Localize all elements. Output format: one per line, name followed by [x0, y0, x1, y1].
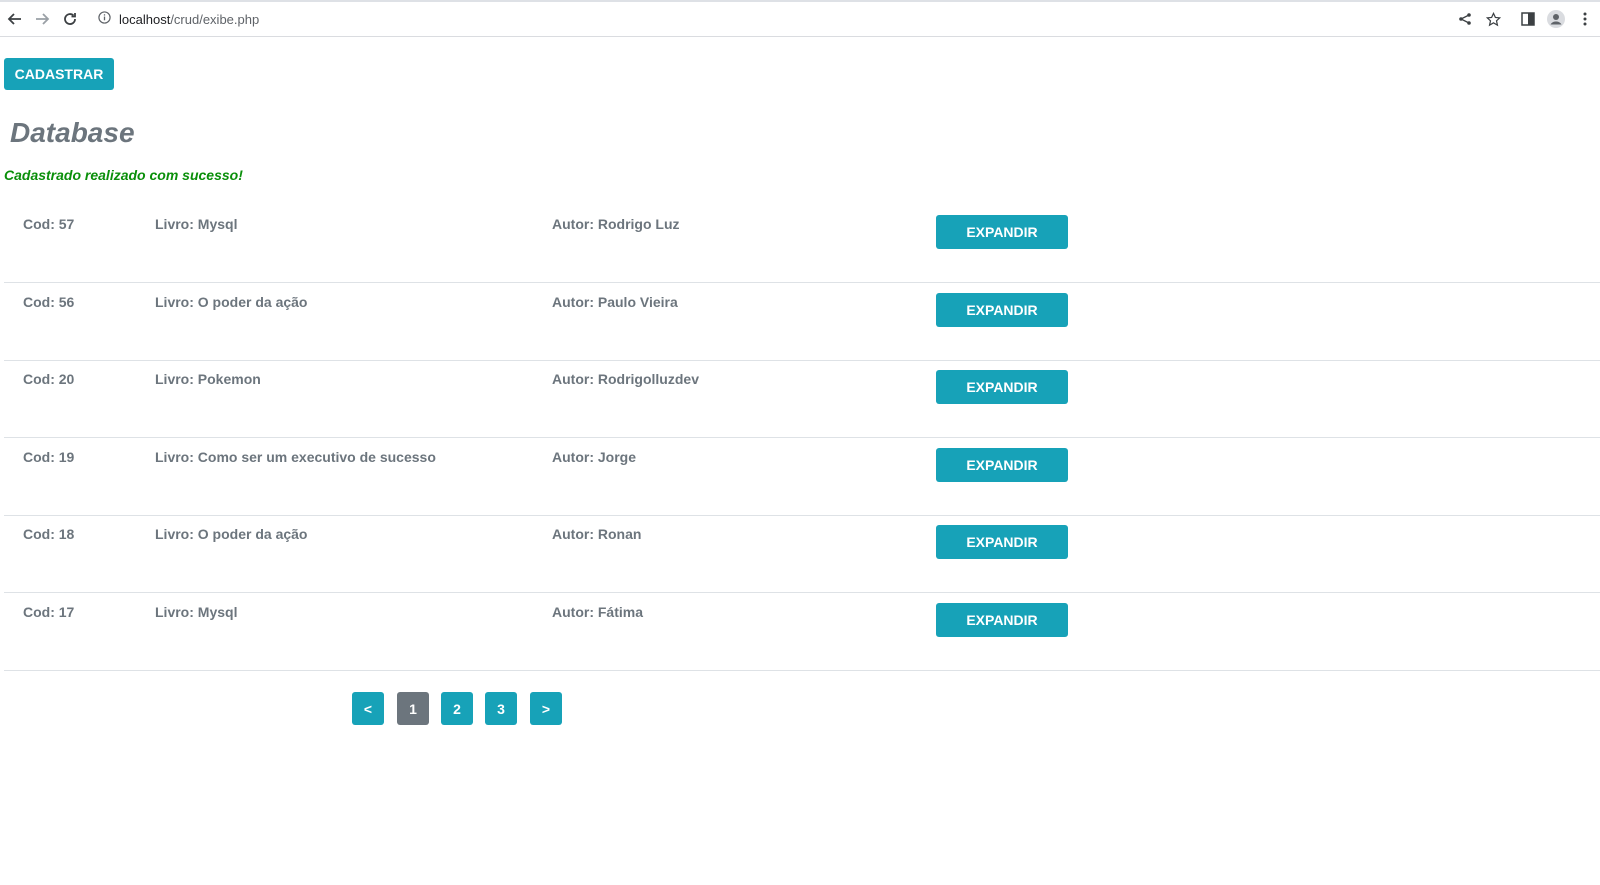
expandir-button[interactable]: EXPANDIR: [936, 525, 1068, 559]
arrow-right-icon[interactable]: [33, 10, 51, 28]
record-autor: Autor: Ronan: [552, 526, 642, 542]
table-row: Cod: 57 Livro: Mysql Autor: Rodrigo Luz EXP…: [4, 205, 1600, 283]
profile-icon[interactable]: [1547, 10, 1565, 28]
expandir-button[interactable]: EXPANDIR: [936, 215, 1068, 249]
record-cod: Cod: 17: [23, 603, 75, 620]
page-title: Database: [10, 117, 135, 148]
record-livro: Livro: Pokemon: [155, 371, 261, 387]
star-icon[interactable]: [1484, 10, 1502, 28]
expandir-button[interactable]: EXPANDIR: [936, 292, 1068, 327]
table-row: Cod: 18 Livro: O poder da ação Autor: Rona…: [4, 515, 1600, 593]
record-autor: Autor: Fátima: [552, 603, 643, 620]
record-cod: Cod: 57: [23, 216, 75, 232]
url-host: localhost: [119, 11, 171, 27]
side-panel-icon[interactable]: [1519, 10, 1537, 28]
record-autor: Autor: Rodrigolluzdev: [552, 371, 699, 387]
table-row: Cod: 20 Livro: Pokemon Autor: Rodrigolluzd…: [4, 360, 1600, 438]
info-icon[interactable]: [98, 11, 111, 27]
share-icon[interactable]: [1456, 10, 1474, 28]
record-cod: Cod: 20: [23, 371, 75, 387]
browser-toolbar: localhost/crud/exibe.php: [0, 0, 1600, 37]
record-autor: Autor: Jorge: [552, 448, 636, 465]
table-row: Cod: 19 Livro: Como ser um executivo de s…: [4, 438, 1600, 516]
table-row: Cod: 56 Livro: O poder da ação Autor: Paul…: [4, 283, 1600, 361]
kebab-menu-icon[interactable]: [1576, 10, 1594, 28]
expandir-button[interactable]: EXPANDIR: [936, 370, 1068, 404]
reload-icon[interactable]: [61, 10, 79, 28]
expandir-button[interactable]: EXPANDIR: [936, 602, 1068, 637]
tab-strip-edge: [0, 0, 1600, 2]
expandir-button[interactable]: EXPANDIR: [936, 447, 1068, 482]
pagination-page-2[interactable]: 2: [441, 692, 473, 725]
record-livro: Livro: O poder da ação: [155, 293, 308, 310]
pagination-page-1[interactable]: 1: [397, 692, 429, 725]
record-livro: Livro: Como ser um executivo de sucesso: [155, 448, 436, 465]
pagination-prev-button[interactable]: <: [352, 692, 384, 725]
pagination-page-3[interactable]: 3: [485, 692, 517, 725]
record-cod: Cod: 56: [23, 293, 75, 310]
success-message: Cadastrado realizado com sucesso!: [4, 167, 243, 183]
pagination-next-button[interactable]: >: [530, 692, 562, 725]
record-livro: Livro: Mysql: [155, 603, 238, 620]
record-cod: Cod: 18: [23, 526, 75, 542]
url-path: /crud/exibe.php: [170, 11, 260, 27]
record-livro: Livro: O poder da ação: [155, 526, 308, 542]
cadastrar-button[interactable]: CADASTRAR: [4, 58, 114, 90]
record-cod: Cod: 19: [23, 448, 75, 465]
record-livro: Livro: Mysql: [155, 216, 238, 232]
table-row: Cod: 17 Livro: Mysql Autor: Fátima EXPANDIR: [4, 593, 1600, 671]
record-autor: Autor: Rodrigo Luz: [552, 216, 680, 232]
address-bar[interactable]: localhost/crud/exibe.php: [98, 8, 259, 30]
arrow-left-icon[interactable]: [6, 10, 24, 28]
record-autor: Autor: Paulo Vieira: [552, 293, 678, 310]
